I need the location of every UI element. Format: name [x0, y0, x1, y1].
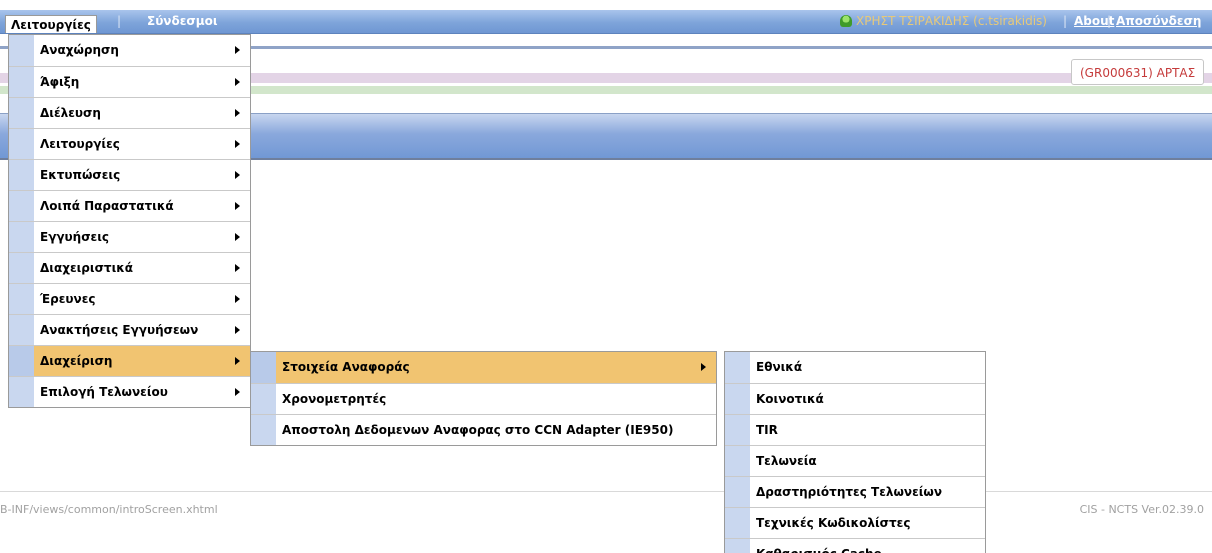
footer-version: CIS - NCTS Ver.02.39.0	[1079, 503, 1204, 516]
functions-menu-item[interactable]: Διαχείριση	[9, 345, 250, 376]
menu-item-gutter	[725, 384, 750, 414]
logout-link[interactable]: Αποσύνδεση	[1116, 14, 1201, 28]
menu-item-label: Δραστηριότητες Τελωνείων	[756, 485, 943, 499]
functions-menu-item[interactable]: Διαχειριστικά	[9, 252, 250, 283]
reference-data-submenu-item[interactable]: Καθαρισμός Cache	[725, 538, 985, 553]
menu-item-label: Διαχείριση	[40, 354, 113, 368]
chevron-right-icon	[235, 171, 240, 179]
functions-menu-item[interactable]: Άφιξη	[9, 66, 250, 97]
menu-item-gutter	[251, 384, 276, 414]
footer-page-path: B-INF/views/common/introScreen.xhtml	[0, 503, 218, 516]
chevron-right-icon	[235, 78, 240, 86]
reference-data-submenu-item[interactable]: Δραστηριότητες Τελωνείων	[725, 476, 985, 507]
menu-item-label: Καθαρισμός Cache	[756, 539, 882, 553]
menu-item-gutter	[725, 477, 750, 507]
menu-item-label: Άφιξη	[40, 75, 80, 89]
menu-item-label: Στοιχεία Αναφοράς	[282, 360, 410, 374]
menu-item-gutter	[9, 191, 34, 221]
menu-item-label: TIR	[756, 423, 778, 437]
menu-item-gutter	[725, 352, 750, 383]
chevron-right-icon	[235, 264, 240, 272]
menu-item-gutter	[9, 377, 34, 407]
chevron-right-icon	[235, 202, 240, 210]
reference-data-submenu-item[interactable]: Τελωνεία	[725, 445, 985, 476]
top-menu-links[interactable]: Σύνδεσμοι	[147, 14, 218, 28]
menu-item-label: Κοινοτικά	[756, 392, 824, 406]
menu-item-label: Διαχειριστικά	[40, 261, 134, 275]
functions-menu-item[interactable]: Αναχώρηση	[9, 35, 250, 66]
top-menu-separator: |	[117, 14, 122, 28]
menu-item-gutter	[9, 129, 34, 159]
management-submenu-item[interactable]: Αποστολη Δεδομενων Αναφορας στο CCN Adap…	[251, 414, 716, 445]
chevron-right-icon	[235, 140, 240, 148]
header-separator: |	[1107, 14, 1112, 28]
reference-data-submenu: Εθνικά Κοινοτικά TIR Τελωνεία Δραστηριότητες…	[724, 351, 986, 553]
menu-item-gutter	[9, 98, 34, 128]
menu-item-label: Λοιπά Παραστατικά	[40, 199, 174, 213]
reference-data-submenu-item[interactable]: Εθνικά	[725, 352, 985, 383]
menu-item-label: Λειτουργίες	[40, 137, 120, 151]
chevron-right-icon	[235, 46, 240, 54]
menu-item-label: Τελωνεία	[756, 454, 817, 468]
functions-menu-item[interactable]: Έρευνες	[9, 283, 250, 314]
menu-item-label: Αποστολη Δεδομενων Αναφορας στο CCN Adap…	[282, 423, 674, 437]
chevron-right-icon	[235, 326, 240, 334]
menu-item-gutter	[725, 446, 750, 476]
functions-menu-item[interactable]: Διέλευση	[9, 97, 250, 128]
customs-office-badge[interactable]: (GR000631) ΑΡΤΑΣ	[1071, 59, 1205, 85]
chevron-right-icon	[235, 388, 240, 396]
header-separator: |	[1063, 14, 1068, 28]
reference-data-submenu-item[interactable]: Κοινοτικά	[725, 383, 985, 414]
chevron-right-icon	[235, 295, 240, 303]
menu-item-label: Ανακτήσεις Εγγυήσεων	[40, 323, 199, 337]
menu-item-gutter	[9, 35, 34, 66]
menu-item-label: Έρευνες	[40, 292, 96, 306]
footer-divider	[0, 491, 1212, 492]
menu-item-gutter	[251, 415, 276, 445]
chevron-right-icon	[235, 357, 240, 365]
menu-item-gutter	[9, 315, 34, 345]
menu-item-gutter	[9, 222, 34, 252]
reference-data-submenu-item[interactable]: Τεχνικές Κωδικολίστες	[725, 507, 985, 538]
user-icon	[840, 15, 852, 27]
menu-item-label: Εκτυπώσεις	[40, 168, 121, 182]
menu-item-gutter	[9, 253, 34, 283]
menu-item-label: Επιλογή Τελωνείου	[40, 385, 168, 399]
management-submenu-item[interactable]: Χρονομετρητές	[251, 383, 716, 414]
menu-item-gutter	[725, 508, 750, 538]
menu-item-label: Διέλευση	[40, 106, 101, 120]
menu-item-gutter	[725, 539, 750, 553]
menu-item-gutter	[9, 160, 34, 190]
menu-item-label: Χρονομετρητές	[282, 392, 387, 406]
chevron-right-icon	[235, 109, 240, 117]
functions-menu-item[interactable]: Εγγυήσεις	[9, 221, 250, 252]
menu-item-label: Εγγυήσεις	[40, 230, 110, 244]
user-info: ΧΡΗΣΤ ΤΣΙΡΑΚΙΔΗΣ (c.tsirakidis)	[840, 14, 1047, 28]
functions-menu-item[interactable]: Εκτυπώσεις	[9, 159, 250, 190]
menu-item-label: Εθνικά	[756, 360, 803, 374]
reference-data-submenu-item[interactable]: TIR	[725, 414, 985, 445]
menu-item-gutter	[9, 284, 34, 314]
top-menu-functions[interactable]: Λειτουργίες	[5, 15, 97, 33]
management-submenu-item[interactable]: Στοιχεία Αναφοράς	[251, 352, 716, 383]
menu-item-label: Αναχώρηση	[40, 43, 119, 57]
chevron-right-icon	[235, 233, 240, 241]
menu-item-label: Τεχνικές Κωδικολίστες	[756, 516, 911, 530]
user-name: ΧΡΗΣΤ ΤΣΙΡΑΚΙΔΗΣ (c.tsirakidis)	[856, 14, 1047, 28]
functions-menu-item[interactable]: Ανακτήσεις Εγγυήσεων	[9, 314, 250, 345]
functions-dropdown-menu: Αναχώρηση Άφιξη Διέλευση Λειτουργίες Εκτυπώσ…	[8, 34, 251, 408]
functions-menu-item[interactable]: Λειτουργίες	[9, 128, 250, 159]
menu-item-gutter	[251, 352, 276, 383]
chevron-right-icon	[701, 363, 706, 371]
menu-item-gutter	[9, 346, 34, 376]
menu-item-gutter	[9, 67, 34, 97]
functions-menu-item[interactable]: Λοιπά Παραστατικά	[9, 190, 250, 221]
functions-menu-item[interactable]: Επιλογή Τελωνείου	[9, 376, 250, 407]
management-submenu: Στοιχεία Αναφοράς Χρονομετρητές Αποστολη Δ…	[250, 351, 717, 446]
menu-item-gutter	[725, 415, 750, 445]
